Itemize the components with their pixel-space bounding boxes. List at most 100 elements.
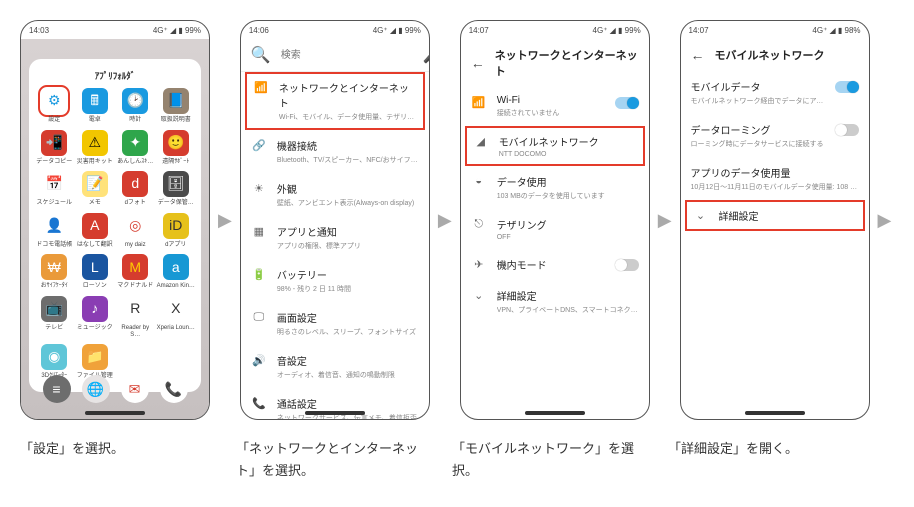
row-subtitle: オーディオ、着信音、通知の鳴動制限: [277, 370, 419, 380]
row-subtitle: NTT DOCOMO: [499, 151, 637, 158]
home-indicator: [525, 411, 585, 415]
phone-icon[interactable]: 📞: [160, 375, 188, 403]
list-item-テザリング[interactable]: ⎋テザリングOFF: [461, 209, 649, 249]
screen-4-mobile-network: 14:07 4G⁺ ◢ ▮ 98% ← モバイルネットワーク モバイルデータモバ…: [680, 20, 870, 420]
設定-icon: ⚙: [41, 88, 67, 114]
app-データ保管…[interactable]: 🗄データ保管…: [157, 171, 196, 207]
app-メモ[interactable]: 📝メモ: [76, 171, 115, 207]
row-subtitle: Bluetooth、TV/スピーカー、NFC/おサイフケー…: [277, 155, 419, 165]
app-時計[interactable]: 🕑時計: [116, 88, 155, 124]
dアプリ-icon: iD: [163, 213, 189, 239]
list-item-ネットワークとインターネット[interactable]: 📶ネットワークとインターネットWi-Fi、モバイル、データ使用量、テザリング: [245, 72, 425, 130]
◒-icon: ◒: [471, 175, 487, 187]
list-item-機器接続[interactable]: 🔗機器接続Bluetooth、TV/スピーカー、NFC/おサイフケー…: [241, 130, 429, 173]
row-subtitle: Wi-Fi、モバイル、データ使用量、テザリング: [279, 112, 417, 122]
toggle[interactable]: [835, 124, 859, 136]
app-あんしんｽｷ…[interactable]: ✦あんしんｽｷ…: [116, 130, 155, 166]
steps-row: 14:03 4G⁺ ◢ ▮ 99% ｱﾌﾟﾘﾌｫﾙﾀﾞ ⚙ 設定 🖩電卓🕑時計📘取扱…: [20, 20, 894, 420]
row-title: ネットワークとインターネット: [279, 80, 417, 110]
app-Reader by S…[interactable]: RReader by S…: [116, 296, 155, 338]
app-ドコモ電話帳[interactable]: 👤 ドコモ電話帳: [35, 213, 74, 249]
テレビ-icon: 📺: [41, 296, 67, 322]
電卓-icon: 🖩: [82, 88, 108, 114]
folder-title: ｱﾌﾟﾘﾌｫﾙﾀﾞ: [35, 69, 195, 82]
toggle[interactable]: [615, 97, 639, 109]
list-item-機内モード[interactable]: ✈機内モード: [461, 249, 649, 280]
list-item-詳細設定[interactable]: ⌄詳細設定VPN、プライベートDNS、スマートコネクティビ…: [461, 280, 649, 323]
back-icon[interactable]: ←: [471, 55, 485, 71]
mail-icon[interactable]: ✉: [121, 375, 149, 403]
app-スケジュール[interactable]: 📅スケジュール: [35, 171, 74, 207]
🔗-icon: 🔗: [251, 139, 267, 152]
おｻｲﾌｹｰﾀｲ-icon: ₩: [41, 254, 67, 280]
app-ローソン[interactable]: Lローソン: [76, 254, 115, 290]
globe-icon[interactable]: 🌐: [82, 375, 110, 403]
dフォト-icon: d: [122, 171, 148, 197]
back-icon[interactable]: ←: [691, 47, 705, 63]
list-item-Wi-Fi[interactable]: 📶Wi-Fi接続されていません: [461, 87, 649, 126]
app-ミュージック[interactable]: ♪ミュージック: [76, 296, 115, 338]
app-Xperia Loun…[interactable]: XXperia Loun…: [157, 296, 196, 338]
app-label: Reader by S…: [116, 325, 155, 338]
row-title: モバイルネットワーク: [499, 134, 637, 149]
app-遠隔ｻﾎﾟｰﾄ[interactable]: 🙂 遠隔ｻﾎﾟｰﾄ: [157, 130, 196, 166]
app-label: 設定: [48, 117, 60, 124]
app-my daiz[interactable]: ◎my daiz: [116, 213, 155, 249]
Amazon Kin…-icon: a: [163, 254, 189, 280]
app-はなして翻訳[interactable]: Aはなして翻訳: [76, 213, 115, 249]
⌄-icon: ⌄: [693, 209, 709, 222]
app-マクドナルド[interactable]: Mマクドナルド: [116, 254, 155, 290]
災害用キット-icon: ⚠: [82, 130, 108, 156]
list-item-外観[interactable]: ☀外観壁紙、アンビエント表示(Always-on display): [241, 173, 429, 216]
toggle[interactable]: [835, 81, 859, 93]
遠隔ｻﾎﾟｰﾄ-icon: 🙂: [163, 130, 189, 156]
status-bar: 14:06 4G⁺ ◢ ▮ 99%: [241, 21, 429, 39]
app-データコピー[interactable]: 📲データコピー: [35, 130, 74, 166]
list-item-音設定[interactable]: 🔊音設定オーディオ、着信音、通知の鳴動制限: [241, 345, 429, 388]
arrow-icon: ▶: [216, 20, 234, 420]
list-item-アプリと通知[interactable]: ▦アプリと通知アプリの権限、標準アプリ: [241, 216, 429, 259]
ドコモ電話帳-icon: 👤: [41, 213, 67, 239]
arrow-icon: ▶: [876, 20, 894, 420]
status-right: 4G⁺ ◢ ▮ 98%: [812, 26, 860, 35]
app-label: 遠隔ｻﾎﾟｰﾄ: [162, 159, 189, 166]
page-title: モバイルネットワーク: [715, 47, 825, 63]
app-おｻｲﾌｹｰﾀｲ[interactable]: ₩おｻｲﾌｹｰﾀｲ: [35, 254, 74, 290]
app-label: データコピー: [36, 159, 72, 166]
app-電卓[interactable]: 🖩電卓: [76, 88, 115, 124]
toggle[interactable]: [615, 259, 639, 271]
list-item-データローミング[interactable]: データローミングローミング時にデータサービスに接続する: [681, 114, 869, 157]
home-indicator: [85, 411, 145, 415]
Xperia Loun…-icon: X: [163, 296, 189, 322]
app-label: ドコモ電話帳: [36, 242, 72, 249]
screen-1-app-drawer: 14:03 4G⁺ ◢ ▮ 99% ｱﾌﾟﾘﾌｫﾙﾀﾞ ⚙ 設定 🖩電卓🕑時計📘取扱…: [20, 20, 210, 420]
app-dフォト[interactable]: ddフォト: [116, 171, 155, 207]
status-bar: 14:03 4G⁺ ◢ ▮ 99%: [21, 21, 209, 39]
app-取扱説明書[interactable]: 📘取扱説明書: [157, 88, 196, 124]
mic-icon[interactable]: 🎤: [423, 45, 430, 65]
list-item-バッテリー[interactable]: 🔋バッテリー98% - 残り 2 日 11 時間: [241, 259, 429, 302]
recent-icon[interactable]: ≡: [43, 375, 71, 403]
list-item-アプリのデータ使用量[interactable]: アプリのデータ使用量10月12日～11月11日のモバイルデータ使用量: 108 …: [681, 157, 869, 200]
app-dアプリ[interactable]: iDdアプリ: [157, 213, 196, 249]
search-row[interactable]: 🔍 🎤: [241, 39, 429, 72]
my daiz-icon: ◎: [122, 213, 148, 239]
app-テレビ[interactable]: 📺テレビ: [35, 296, 74, 338]
app-災害用キット[interactable]: ⚠災害用キット: [76, 130, 115, 166]
⌄-icon: ⌄: [471, 289, 487, 302]
app-設定[interactable]: ⚙ 設定: [35, 88, 74, 124]
list-item-詳細設定[interactable]: ⌄詳細設定: [685, 200, 865, 231]
list-item-モバイルデータ[interactable]: モバイルデータモバイルネットワーク経由でデータにアクセス: [681, 71, 869, 114]
ローソン-icon: L: [82, 254, 108, 280]
row-subtitle: 接続されていません: [497, 108, 605, 118]
app-label: Amazon Kin…: [157, 283, 195, 290]
caption-2: 「ネットワークとインターネット」を選択。: [236, 438, 426, 482]
app-grid: ⚙ 設定 🖩電卓🕑時計📘取扱説明書 📲データコピー⚠災害用キット✦あんしんｽｷ… 🙂 遠隔…: [35, 88, 195, 380]
list-item-モバイルネットワーク[interactable]: ◢モバイルネットワークNTT DOCOMO: [465, 126, 645, 166]
row-title: バッテリー: [277, 267, 419, 282]
page-title: ネットワークとインターネット: [495, 47, 639, 79]
list-item-データ使用[interactable]: ◒データ使用103 MBのデータを使用しています: [461, 166, 649, 209]
search-input[interactable]: [279, 49, 415, 62]
list-item-画面設定[interactable]: 🖵画面設定明るさのレベル、スリープ、フォントサイズ: [241, 302, 429, 345]
app-Amazon Kin…[interactable]: a Amazon Kin…: [157, 254, 196, 290]
